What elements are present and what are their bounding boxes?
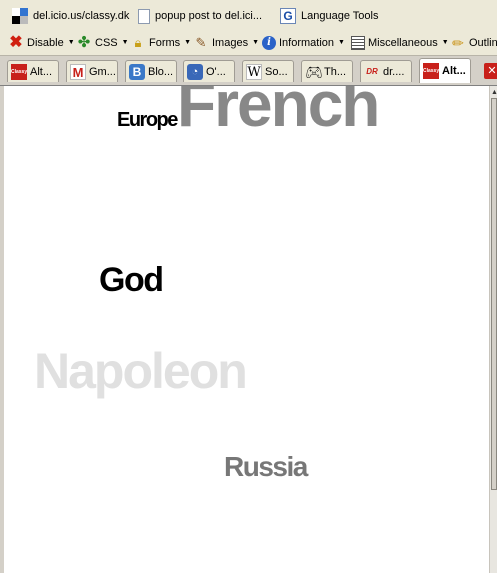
- tag-europe[interactable]: Europe: [117, 110, 178, 130]
- bookmarks-toolbar: del.icio.us/classy.dk popup post to del.…: [0, 0, 497, 31]
- tab-label: dr....: [383, 65, 405, 78]
- dropdown-arrow-icon: ▼: [252, 39, 260, 46]
- tag-russia[interactable]: Russia: [224, 453, 308, 481]
- tab-classy-1[interactable]: Classy Alt...: [7, 60, 59, 82]
- web-developer-toolbar: ✖ Disable ▼ ✤ CSS ▼ 🔒︎ Forms ▼ ✎ Images ▼ i …: [0, 30, 497, 56]
- tab-dr[interactable]: DR dr....: [360, 60, 412, 82]
- tab-label: Alt...: [442, 65, 466, 77]
- menu-label: Information: [279, 36, 335, 49]
- scroll-up-arrow-icon[interactable]: ▲: [491, 89, 497, 96]
- google-icon: G: [280, 8, 296, 24]
- tab-label: O'...: [206, 65, 226, 78]
- vertical-scrollbar[interactable]: ▲: [489, 86, 497, 573]
- images-icon: ✎: [195, 34, 207, 50]
- tab-label: Th...: [324, 65, 347, 78]
- bookmark-popup-post[interactable]: popup post to del.ici...: [138, 7, 262, 25]
- tab-game[interactable]: 🎮︎ Th...: [301, 60, 353, 82]
- dr-icon: DR: [366, 66, 378, 76]
- gmail-icon: M: [70, 63, 86, 80]
- menu-label: Miscellaneous: [368, 36, 438, 49]
- tab-strip: Classy Alt... M Gm... B Blo... ◔ O'... W…: [0, 56, 497, 86]
- miscellaneous-icon: [351, 35, 365, 50]
- close-icon: ✕: [484, 63, 497, 79]
- dropdown-arrow-icon: ▼: [338, 39, 345, 46]
- tab-wikipedia[interactable]: W So...: [242, 60, 294, 82]
- bookmark-label: Language Tools: [301, 10, 379, 22]
- outline-menu-button[interactable]: ✏ Outlin: [450, 34, 497, 51]
- tab-oreilly[interactable]: ◔ O'...: [183, 60, 235, 82]
- tab-label: So...: [265, 65, 288, 78]
- menu-label: Images: [212, 36, 249, 49]
- blogger-icon: B: [129, 63, 145, 80]
- tab-classy-active[interactable]: Classy Alt...: [419, 58, 471, 83]
- classy-icon: Classy: [423, 63, 439, 79]
- disable-menu-button[interactable]: ✖ Disable ▼: [8, 33, 75, 51]
- pencil-icon: ✏: [452, 34, 464, 51]
- close-tab-button[interactable]: ✕: [484, 63, 497, 79]
- page-content: Europe French God Napoleon Russia: [4, 86, 489, 573]
- bookmark-language-tools[interactable]: G Language Tools: [280, 7, 378, 25]
- dropdown-arrow-icon: ▼: [121, 39, 129, 46]
- disable-x-icon: ✖: [9, 33, 23, 51]
- css-menu-button[interactable]: ✤ CSS ▼: [76, 34, 129, 51]
- info-icon: i: [262, 35, 276, 50]
- dropdown-arrow-icon: ▼: [184, 39, 192, 46]
- rss-icon: ◔: [187, 63, 203, 80]
- tab-gmail[interactable]: M Gm...: [66, 60, 118, 82]
- tab-label: Blo...: [148, 65, 174, 78]
- dropdown-arrow-icon: ▼: [67, 39, 75, 46]
- gamepad-icon: 🎮︎: [305, 63, 323, 80]
- tag-french[interactable]: French: [177, 86, 380, 136]
- miscellaneous-menu-button[interactable]: Miscellaneous ▼: [351, 34, 449, 51]
- delicious-icon: [12, 8, 28, 24]
- wikipedia-icon: W: [246, 63, 262, 80]
- puzzle-icon: ✤: [77, 33, 91, 51]
- forms-menu-button[interactable]: 🔒︎ Forms ▼: [130, 34, 192, 51]
- document-icon: [138, 8, 150, 24]
- classy-icon: Classy: [11, 63, 27, 80]
- tab-label: Gm...: [89, 65, 116, 78]
- information-menu-button[interactable]: i Information ▼: [262, 34, 345, 51]
- bookmark-label: del.icio.us/classy.dk: [33, 10, 130, 22]
- bookmark-delicious[interactable]: del.icio.us/classy.dk: [12, 7, 129, 25]
- menu-label: CSS: [95, 36, 118, 49]
- bookmark-label: popup post to del.ici...: [155, 10, 263, 22]
- dropdown-arrow-icon: ▼: [441, 39, 449, 46]
- tag-napoleon[interactable]: Napoleon: [34, 346, 248, 396]
- lock-icon: 🔒︎: [134, 34, 142, 50]
- menu-label: Forms: [149, 36, 181, 49]
- menu-label: Disable: [27, 36, 64, 49]
- images-menu-button[interactable]: ✎ Images ▼: [193, 34, 259, 51]
- tag-god[interactable]: God: [99, 263, 164, 297]
- tab-blogger[interactable]: B Blo...: [125, 60, 177, 82]
- menu-label: Outlin: [469, 36, 497, 49]
- scrollbar-thumb[interactable]: [491, 98, 497, 490]
- tab-label: Alt...: [30, 65, 53, 78]
